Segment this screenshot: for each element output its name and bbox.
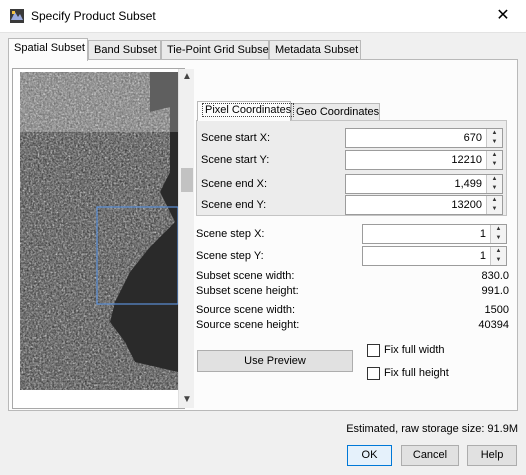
- scene-step-y-field[interactable]: 1 ▲ ▼: [362, 246, 507, 266]
- scene-start-y-label: Scene start Y:: [201, 154, 270, 166]
- fix-full-height-checkbox[interactable]: [367, 367, 380, 380]
- preview-pane[interactable]: ▲ ▼: [12, 68, 194, 409]
- spin-down-icon: ▼: [495, 257, 502, 263]
- scroll-down-icon[interactable]: ▼: [179, 392, 195, 408]
- app-icon: [10, 9, 24, 23]
- scene-end-y-field[interactable]: 13200 ▲ ▼: [345, 195, 503, 215]
- scene-end-y-value: 13200: [451, 199, 482, 211]
- scene-start-y-value: 12210: [451, 154, 482, 166]
- tab-geo-coordinates[interactable]: Geo Coordinates: [291, 103, 380, 121]
- spin-up-icon: ▲: [491, 130, 498, 136]
- spin-down-icon: ▼: [491, 206, 498, 212]
- scene-start-x-value: 670: [463, 132, 482, 144]
- scene-end-y-label: Scene end Y:: [201, 199, 267, 211]
- scene-step-x-value: 1: [479, 228, 486, 240]
- help-button[interactable]: Help: [467, 445, 517, 466]
- source-scene-height-label: Source scene height:: [196, 319, 300, 331]
- tab-tie-point-grid-subset[interactable]: Tie-Point Grid Subset: [161, 40, 272, 60]
- source-scene-width-value: 1500: [484, 304, 509, 316]
- spin-down-icon: ▼: [491, 139, 498, 145]
- fix-full-width-checkbox[interactable]: [367, 344, 380, 357]
- title-bar: Specify Product Subset ✕: [0, 0, 526, 33]
- scene-step-y-label: Scene step Y:: [196, 250, 264, 262]
- tab-pixel-coordinates-label: Pixel Coordinates: [202, 103, 295, 117]
- window-title: Specify Product Subset: [31, 9, 156, 23]
- spin-up-icon: ▲: [491, 152, 498, 158]
- scroll-up-icon[interactable]: ▲: [179, 69, 195, 85]
- satellite-preview-image[interactable]: [20, 72, 178, 390]
- spin-down-icon: ▼: [491, 161, 498, 167]
- source-scene-width-label: Source scene width:: [196, 304, 296, 316]
- subset-scene-height-value: 991.0: [481, 285, 509, 297]
- spin-down-icon: ▼: [491, 185, 498, 191]
- scene-step-x-spinner[interactable]: ▲ ▼: [490, 225, 506, 243]
- spin-down-icon: ▼: [495, 235, 502, 241]
- scene-start-x-field[interactable]: 670 ▲ ▼: [345, 128, 503, 148]
- spin-up-icon: ▲: [491, 197, 498, 203]
- scene-step-y-spinner[interactable]: ▲ ▼: [490, 247, 506, 265]
- scene-step-y-value: 1: [479, 250, 486, 262]
- tab-band-subset[interactable]: Band Subset: [88, 40, 161, 60]
- scene-start-x-spinner[interactable]: ▲ ▼: [486, 129, 502, 147]
- scene-start-y-spinner[interactable]: ▲ ▼: [486, 151, 502, 169]
- scene-step-x-label: Scene step X:: [196, 228, 265, 240]
- spin-up-icon: ▲: [491, 176, 498, 182]
- subset-scene-width-value: 830.0: [481, 270, 509, 282]
- scene-step-x-field[interactable]: 1 ▲ ▼: [362, 224, 507, 244]
- scene-end-x-value: 1,499: [454, 178, 482, 190]
- spin-up-icon: ▲: [495, 226, 502, 232]
- tab-pixel-coordinates[interactable]: Pixel Coordinates: [197, 101, 295, 121]
- pixel-coordinates-panel: Scene start X: 670 ▲ ▼ Scene start Y: 122…: [196, 120, 507, 216]
- scene-end-x-field[interactable]: 1,499 ▲ ▼: [345, 174, 503, 194]
- scene-end-x-spinner[interactable]: ▲ ▼: [486, 175, 502, 193]
- scroll-thumb[interactable]: [181, 168, 193, 192]
- scene-end-x-label: Scene end X:: [201, 178, 268, 190]
- fix-full-height-label: Fix full height: [384, 367, 449, 379]
- subset-scene-width-label: Subset scene width:: [196, 270, 295, 282]
- use-preview-button[interactable]: Use Preview: [197, 350, 353, 372]
- source-scene-height-value: 40394: [478, 319, 509, 331]
- close-button[interactable]: ✕: [490, 4, 516, 28]
- subset-scene-height-label: Subset scene height:: [196, 285, 299, 297]
- storage-size-label: Estimated, raw storage size: 91.9M: [346, 423, 518, 435]
- scene-start-y-field[interactable]: 12210 ▲ ▼: [345, 150, 503, 170]
- ok-button[interactable]: OK: [347, 445, 392, 466]
- preview-scrollbar[interactable]: ▲ ▼: [178, 69, 194, 408]
- spin-up-icon: ▲: [495, 248, 502, 254]
- cancel-button[interactable]: Cancel: [401, 445, 459, 466]
- scene-start-x-label: Scene start X:: [201, 132, 271, 144]
- tab-metadata-subset[interactable]: Metadata Subset: [269, 40, 361, 60]
- fix-full-width-label: Fix full width: [384, 344, 445, 356]
- scene-end-y-spinner[interactable]: ▲ ▼: [486, 196, 502, 214]
- tab-spatial-subset[interactable]: Spatial Subset: [8, 38, 88, 61]
